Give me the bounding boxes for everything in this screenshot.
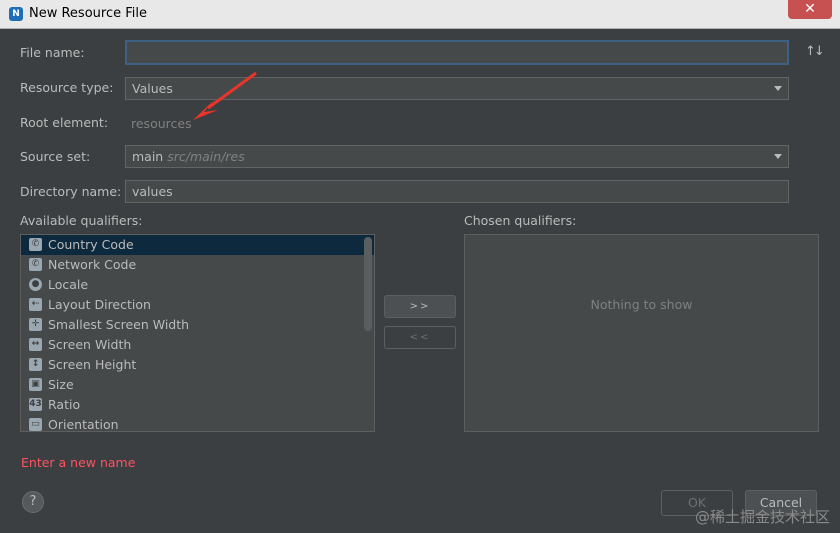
list-item-label: Smallest Screen Width bbox=[48, 317, 190, 332]
country-code-icon: ✆ bbox=[29, 238, 42, 251]
list-scrollbar[interactable] bbox=[364, 237, 372, 331]
screen-width-icon: ↔ bbox=[29, 338, 42, 351]
list-item-label: Country Code bbox=[48, 237, 134, 252]
android-studio-icon: N bbox=[9, 7, 23, 21]
resource-type-dropdown[interactable]: Values bbox=[125, 77, 789, 100]
source-set-label: Source set: bbox=[20, 149, 91, 164]
ratio-icon: 43 bbox=[29, 398, 42, 411]
root-element-value: resources bbox=[131, 116, 192, 131]
list-item-label: Screen Width bbox=[48, 337, 132, 352]
globe-icon: ● bbox=[29, 278, 42, 291]
list-item[interactable]: ↕ Screen Height bbox=[21, 355, 374, 375]
validation-error: Enter a new name bbox=[21, 455, 136, 470]
directory-name-label: Directory name: bbox=[20, 184, 122, 199]
screen-height-icon: ↕ bbox=[29, 358, 42, 371]
available-qualifiers-list[interactable]: ✆ Country Code ✆ Network Code ● Locale ⇠ Lay… bbox=[20, 234, 375, 432]
list-item-label: Locale bbox=[48, 277, 89, 292]
available-qualifiers-label: Available qualifiers: bbox=[20, 213, 143, 228]
file-name-label: File name: bbox=[20, 45, 85, 60]
source-set-dropdown[interactable]: main src/main/res bbox=[125, 145, 789, 168]
add-qualifier-button[interactable]: >> bbox=[384, 295, 456, 318]
empty-state-text: Nothing to show bbox=[590, 297, 693, 312]
list-item-label: Size bbox=[48, 377, 74, 392]
watermark: @稀土掘金技术社区 bbox=[694, 508, 830, 526]
chevron-down-icon bbox=[774, 86, 782, 91]
help-button[interactable]: ? bbox=[22, 491, 44, 513]
list-item-label: Screen Height bbox=[48, 357, 137, 372]
remove-qualifier-button[interactable]: << bbox=[384, 326, 456, 349]
orientation-icon: ▭ bbox=[29, 418, 42, 431]
list-item[interactable]: ✛ Smallest Screen Width bbox=[21, 315, 374, 335]
title-bar: N New Resource File ✕ bbox=[0, 0, 840, 29]
list-item[interactable]: ✆ Network Code bbox=[21, 255, 374, 275]
layout-direction-icon: ⇠ bbox=[29, 298, 42, 311]
chosen-qualifiers-label: Chosen qualifiers: bbox=[464, 213, 577, 228]
list-item-label: Ratio bbox=[48, 397, 81, 412]
directory-name-input[interactable]: values bbox=[125, 180, 789, 203]
list-item[interactable]: ▣ Size bbox=[21, 375, 374, 395]
list-item-label: Layout Direction bbox=[48, 297, 151, 312]
network-code-icon: ✆ bbox=[29, 258, 42, 271]
list-item-label: Network Code bbox=[48, 257, 137, 272]
resource-type-value: Values bbox=[132, 81, 173, 96]
list-item[interactable]: ↔ Screen Width bbox=[21, 335, 374, 355]
file-name-input[interactable] bbox=[125, 40, 789, 65]
close-button[interactable]: ✕ bbox=[788, 0, 832, 19]
chosen-qualifiers-list[interactable]: Nothing to show bbox=[464, 234, 819, 432]
list-item[interactable]: ✆ Country Code bbox=[21, 235, 374, 255]
root-element-label: Root element: bbox=[20, 115, 109, 130]
list-item[interactable]: ● Locale bbox=[21, 275, 374, 295]
chevron-down-icon bbox=[774, 154, 782, 159]
list-item[interactable]: ▭ Orientation bbox=[21, 415, 374, 432]
resource-type-label: Resource type: bbox=[20, 80, 114, 95]
size-icon: ▣ bbox=[29, 378, 42, 391]
smallest-width-icon: ✛ bbox=[29, 318, 42, 331]
source-set-hint: src/main/res bbox=[167, 149, 245, 164]
source-set-value: main bbox=[132, 149, 164, 164]
list-item[interactable]: ⇠ Layout Direction bbox=[21, 295, 374, 315]
list-item-label: Orientation bbox=[48, 417, 119, 432]
list-item[interactable]: 43 Ratio bbox=[21, 395, 374, 415]
sort-icon[interactable]: ↑↓ bbox=[805, 44, 825, 59]
window-title: New Resource File bbox=[29, 6, 147, 21]
